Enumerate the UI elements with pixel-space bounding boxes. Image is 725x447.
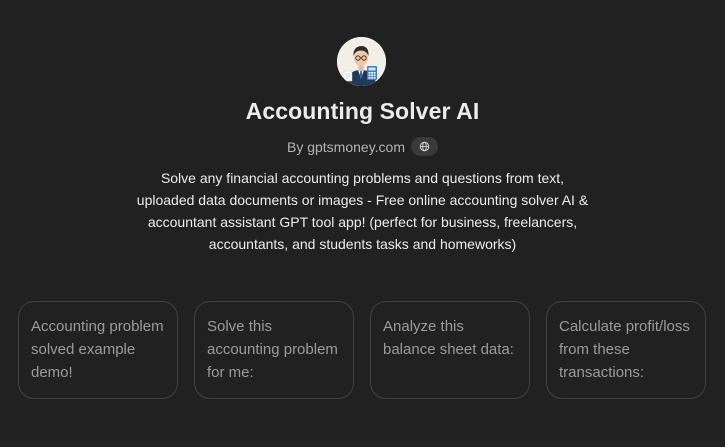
- starter-card[interactable]: Calculate profit/loss from these transac…: [546, 301, 706, 399]
- accountant-avatar-icon: [337, 37, 386, 86]
- starter-card[interactable]: Accounting problem solved example demo!: [18, 301, 178, 399]
- gpt-title: Accounting Solver AI: [245, 98, 480, 124]
- starter-card[interactable]: Analyze this balance sheet data:: [370, 301, 530, 399]
- author-byline: By gptsmoney.com: [0, 137, 725, 156]
- website-link-button[interactable]: [411, 137, 438, 156]
- gpt-description: Solve any financial accounting problems …: [136, 170, 589, 252]
- conversation-starters: Accounting problem solved example demo! …: [18, 301, 707, 399]
- starter-card[interactable]: Solve this accounting problem for me:: [194, 301, 354, 399]
- gpt-home: Accounting Solver AI By gptsmoney.com So…: [0, 0, 725, 447]
- author-name: By gptsmoney.com: [286, 138, 405, 155]
- globe-icon: [419, 139, 430, 155]
